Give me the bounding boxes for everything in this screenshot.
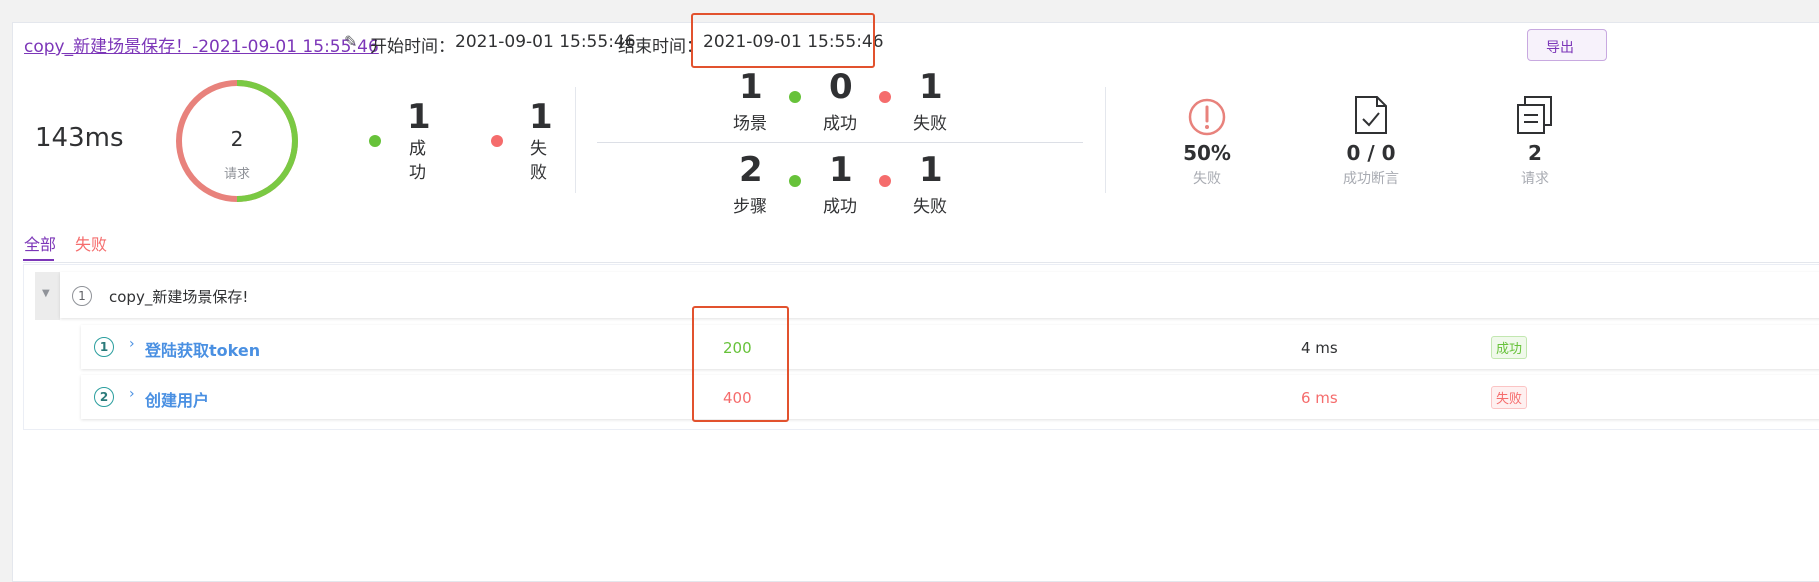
chevron-right-icon[interactable]: › [129, 386, 135, 402]
tab-active-indicator [23, 259, 54, 261]
step-fail-dot [879, 175, 891, 187]
tabs-baseline [23, 262, 1819, 263]
report-title-link[interactable]: copy_新建场景保存！-2021-09-01 15:55:46 [24, 32, 379, 57]
step-total: 2 [739, 150, 763, 190]
request-count: 2 [1528, 141, 1542, 165]
total-time: 143ms [35, 123, 124, 153]
step-time: 4 ms [1301, 339, 1338, 357]
copy-docs-icon [1517, 96, 1552, 134]
scenario-success-dot [789, 91, 801, 103]
step-fail-label: 失败 [913, 197, 947, 217]
step-fail: 1 [919, 150, 943, 190]
scenario-success-label: 成功 [823, 114, 857, 134]
scenario-index: 1 [72, 286, 92, 306]
status-badge: 成功 [1491, 336, 1528, 359]
ring-count: 2 [230, 127, 244, 151]
scenario-total: 1 [739, 67, 763, 107]
scenario-fail-label: 失败 [913, 114, 947, 134]
assertions-label: 成功断言 [1343, 171, 1399, 187]
report-card: copy_新建场景保存！-2021-09-01 15:55:46 ✎ 开始时间：… [12, 13, 1819, 582]
request-label: 请求 [1521, 171, 1549, 187]
scenario-fail-dot [879, 91, 891, 103]
divider-left [575, 87, 576, 193]
caret-down-icon[interactable]: ▼ [42, 288, 50, 299]
scenario-name: copy_新建场景保存! [109, 288, 249, 306]
assertions-count: 0 / 0 [1346, 141, 1396, 165]
highlight-box-end-time [691, 13, 875, 68]
stats-divider [597, 142, 1083, 143]
clipboard-check-icon [1355, 96, 1387, 134]
highlight-box-codes [692, 306, 789, 422]
step-success-dot [789, 175, 801, 187]
chevron-right-icon[interactable]: › [129, 336, 135, 352]
fail-rate-label: 失败 [1193, 171, 1221, 187]
fail-dot [491, 135, 503, 147]
scenario-success: 0 [829, 67, 853, 107]
fail-label: 失败 [530, 139, 547, 183]
step-name[interactable]: 创建用户 [145, 387, 209, 411]
success-count: 1 [407, 97, 431, 137]
start-time-label: 开始时间： [370, 37, 455, 57]
step-success-label: 成功 [823, 197, 857, 217]
edit-icon[interactable]: ✎ [344, 32, 357, 51]
scenario-row[interactable] [60, 272, 1819, 318]
step-row[interactable] [81, 325, 1819, 369]
fail-rate: 50% [1183, 141, 1231, 165]
export-button[interactable]: 导出 [1527, 29, 1607, 61]
divider-right [1105, 87, 1106, 193]
alert-circle-icon [1188, 98, 1226, 136]
step-index: 1 [94, 337, 114, 357]
step-time: 6 ms [1301, 389, 1338, 407]
step-name[interactable]: 登陆获取token [145, 337, 260, 361]
status-badge: 失败 [1491, 386, 1528, 409]
scenario-fail: 1 [919, 67, 943, 107]
fail-count: 1 [529, 97, 553, 137]
step-row[interactable] [81, 375, 1819, 419]
tab-all[interactable]: 全部 [24, 231, 56, 255]
step-success: 1 [829, 150, 853, 190]
tab-fail[interactable]: 失败 [75, 231, 107, 255]
step-index: 2 [94, 387, 114, 407]
step-label: 步骤 [733, 197, 767, 217]
success-label: 成功 [409, 139, 426, 183]
scenario-label: 场景 [733, 114, 767, 134]
ring-label: 请求 [223, 167, 250, 182]
success-dot [369, 135, 381, 147]
start-time-value: 2021-09-01 15:55:46 [455, 32, 636, 52]
